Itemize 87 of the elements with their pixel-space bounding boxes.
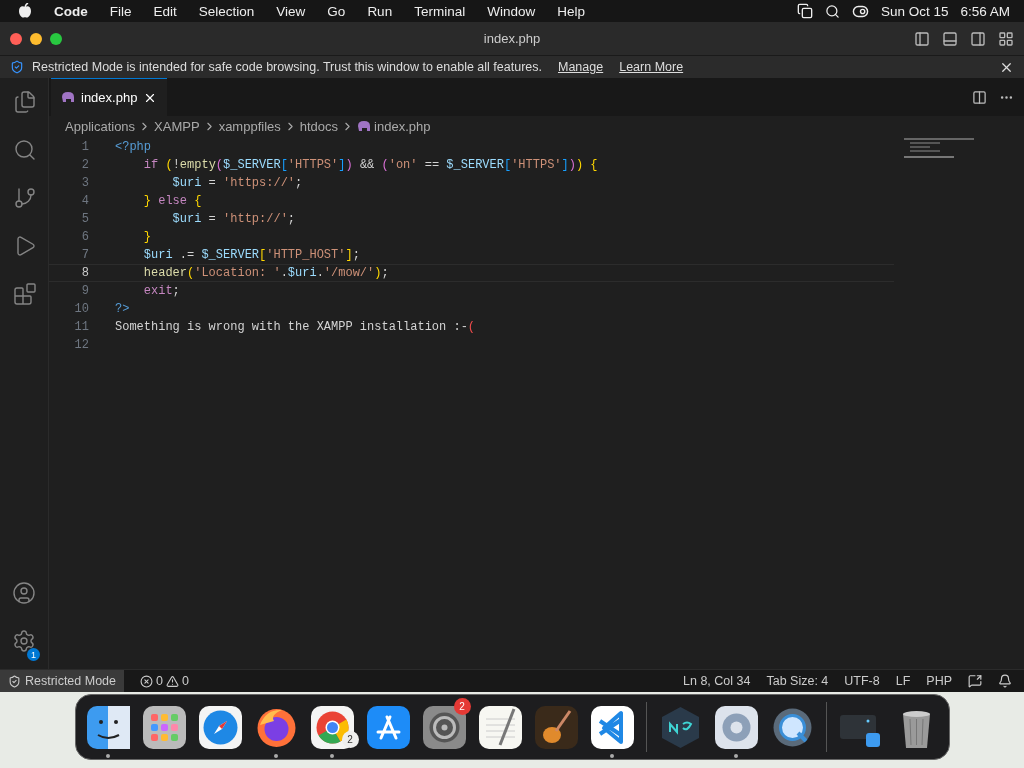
- banner-link[interactable]: Learn More: [619, 60, 684, 74]
- line-number: 4: [80, 194, 90, 208]
- code-line: exit;: [142, 284, 180, 298]
- toggle-panel-icon[interactable]: [942, 30, 958, 47]
- account-icon[interactable]: [12, 581, 36, 605]
- gear-icon[interactable]: [421, 704, 467, 750]
- layout-icon[interactable]: [998, 30, 1014, 47]
- menu-item[interactable]: Run: [367, 3, 393, 19]
- php-file-icon: [357, 120, 372, 132]
- source-control-icon[interactable]: [13, 186, 37, 210]
- banner-message: Restricted Mode is intended for safe code browsing. Trust this window to enable all features.: [32, 60, 542, 74]
- line-number: 9: [80, 284, 90, 298]
- launchpad-icon[interactable]: [141, 704, 187, 750]
- finder-icon[interactable]: [85, 704, 131, 750]
- line-ending[interactable]: LF: [895, 674, 911, 688]
- line-number: 11: [73, 320, 90, 334]
- code-line: }: [142, 230, 151, 244]
- apple-logo-icon[interactable]: [18, 3, 32, 19]
- breadcrumb-item[interactable]: XAMPP: [154, 118, 200, 134]
- gear-icon[interactable]: [713, 704, 759, 750]
- chrome-icon[interactable]: [309, 704, 355, 750]
- code-line: } else {: [142, 194, 202, 208]
- line-number: 3: [80, 176, 90, 190]
- problems-status[interactable]: 0 0: [140, 674, 189, 688]
- breadcrumb-item[interactable]: xamppfiles: [218, 118, 281, 134]
- language-mode[interactable]: PHP: [926, 674, 952, 688]
- toggle-secondary-sidebar-icon[interactable]: [970, 30, 986, 47]
- restricted-mode-status[interactable]: Restricted Mode: [0, 670, 124, 692]
- menu-bar-time[interactable]: 6:56 AM: [960, 3, 1010, 19]
- line-number: 8: [80, 266, 90, 280]
- menu-item[interactable]: File: [109, 3, 132, 19]
- code-line: header('Location: '.$uri.'/mow/');: [142, 266, 389, 280]
- menu-item[interactable]: Help: [557, 3, 585, 19]
- editor-tab[interactable]: index.php: [51, 78, 168, 116]
- warning-icon: [165, 674, 179, 688]
- menu-item[interactable]: Terminal: [414, 3, 466, 19]
- line-number: 12: [73, 338, 90, 352]
- shield-icon: [10, 60, 24, 74]
- breadcrumb-item[interactable]: htdocs: [299, 118, 339, 134]
- notifications-icon[interactable]: [998, 674, 1012, 688]
- code-line: <?php: [115, 140, 151, 154]
- shield-icon: [8, 674, 21, 688]
- error-icon: [140, 674, 153, 688]
- zoom-window-button[interactable]: [50, 32, 62, 45]
- settings-icon[interactable]: [12, 629, 36, 653]
- vscode-icon[interactable]: [589, 704, 635, 750]
- menu-item[interactable]: View: [276, 3, 306, 19]
- app-menu[interactable]: Code: [54, 3, 88, 19]
- guitar-icon[interactable]: [533, 704, 579, 750]
- code-line: ?>: [115, 302, 130, 316]
- banner-link[interactable]: Manage: [558, 60, 604, 74]
- line-number: 5: [80, 212, 90, 226]
- app-store-icon[interactable]: [365, 704, 411, 750]
- code-line: Something is wrong with the XAMPP installation :-(: [115, 320, 476, 334]
- minimize-window-button[interactable]: [30, 32, 42, 45]
- php-file-icon: [61, 92, 75, 103]
- code-line: if (!empty($_SERVER['HTTPS']) && ('on' == $_SERVER['HTTPS'])) {: [142, 158, 598, 172]
- window-title: index.php: [483, 31, 541, 46]
- search-icon[interactable]: [824, 3, 840, 19]
- feedback-icon[interactable]: [968, 674, 982, 688]
- close-window-button[interactable]: [10, 32, 22, 45]
- toggle-sidebar-icon[interactable]: [914, 30, 930, 47]
- code-line: $uri = 'https://';: [171, 176, 303, 190]
- split-editor-icon[interactable]: [972, 89, 987, 105]
- menu-item[interactable]: Selection: [198, 3, 255, 19]
- extensions-icon[interactable]: [13, 282, 37, 306]
- breadcrumb-item[interactable]: Applications: [65, 118, 136, 134]
- line-number: 1: [80, 140, 90, 154]
- encoding[interactable]: UTF-8: [844, 674, 880, 688]
- files-icon[interactable]: [13, 90, 37, 114]
- compass-icon[interactable]: [197, 704, 243, 750]
- line-number: 10: [73, 302, 90, 316]
- line-number: 2: [80, 158, 90, 172]
- notepad-icon[interactable]: [477, 704, 523, 750]
- menu-bar-date[interactable]: Sun Oct 15: [880, 3, 949, 19]
- menu-item[interactable]: Edit: [153, 3, 177, 19]
- line-number: 7: [80, 248, 90, 262]
- code-line: $uri .= $_SERVER['HTTP_HOST'];: [142, 248, 360, 262]
- screen-mirroring-icon[interactable]: [796, 3, 813, 19]
- line-number: 6: [80, 230, 90, 244]
- cursor-position[interactable]: Ln 8, Col 34: [683, 674, 751, 688]
- tab-size[interactable]: Tab Size: 4: [766, 674, 829, 688]
- menu-item[interactable]: Go: [327, 3, 346, 19]
- menu-item[interactable]: Window: [487, 3, 536, 19]
- code-line: $uri = 'http://';: [171, 212, 296, 226]
- notification-badge: 1: [27, 648, 40, 661]
- breadcrumb-item[interactable]: index.php: [374, 118, 431, 134]
